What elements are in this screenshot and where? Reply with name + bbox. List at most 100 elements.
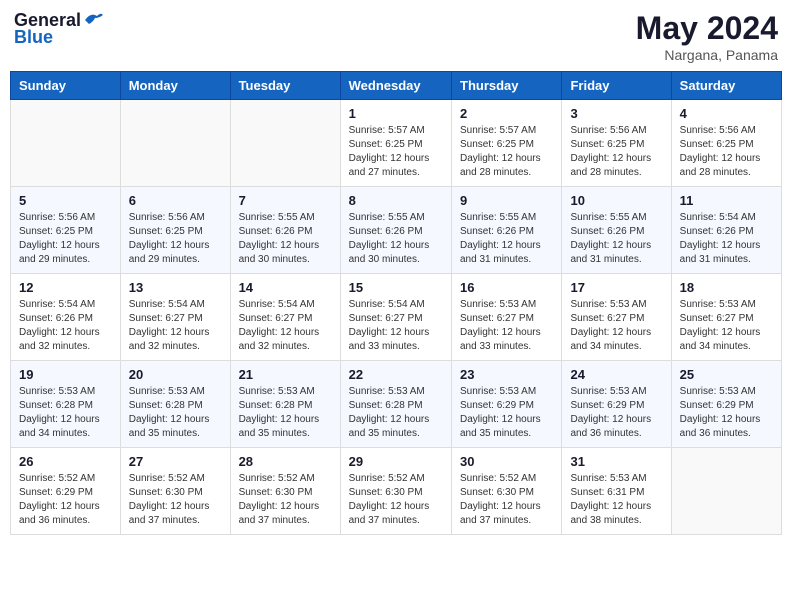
day-number: 30 [460, 454, 553, 469]
calendar-cell: 14Sunrise: 5:54 AM Sunset: 6:27 PM Dayli… [230, 274, 340, 361]
day-number: 16 [460, 280, 553, 295]
day-info: Sunrise: 5:54 AM Sunset: 6:27 PM Dayligh… [349, 298, 443, 354]
logo: General Blue [14, 10, 105, 48]
weekday-header-thursday: Thursday [452, 72, 562, 100]
day-info: Sunrise: 5:53 AM Sunset: 6:29 PM Dayligh… [680, 385, 773, 441]
calendar-week-row: 1 Sunrise: 5:57 AM Sunset: 6:25 PM Daylig… [11, 100, 782, 187]
calendar-cell: 20 Sunrise: 5:53 AM Sunset: 6:28 PM Dayli… [120, 361, 230, 448]
day-number: 10 [570, 193, 662, 208]
calendar-cell: 29 Sunrise: 5:52 AM Sunset: 6:30 PM Dayli… [340, 448, 451, 535]
calendar-week-row: 26 Sunrise: 5:52 AM Sunset: 6:29 PM Dayli… [11, 448, 782, 535]
day-info: Sunrise: 5:53 AM Sunset: 6:27 PM Dayligh… [680, 298, 773, 354]
calendar-cell: 3 Sunrise: 5:56 AM Sunset: 6:25 PM Daylig… [562, 100, 671, 187]
day-number: 26 [19, 454, 112, 469]
calendar-cell: 5Sunrise: 5:56 AM Sunset: 6:25 PM Daylig… [11, 187, 121, 274]
day-number: 31 [570, 454, 662, 469]
day-number: 24 [570, 367, 662, 382]
weekday-header-sunday: Sunday [11, 72, 121, 100]
day-number: 2 [460, 106, 553, 121]
calendar-cell: 8 Sunrise: 5:55 AM Sunset: 6:26 PM Daylig… [340, 187, 451, 274]
day-info: Sunrise: 5:54 AM Sunset: 6:26 PM Dayligh… [19, 298, 112, 354]
day-number: 27 [129, 454, 222, 469]
weekday-header-monday: Monday [120, 72, 230, 100]
day-number: 14 [239, 280, 332, 295]
calendar-cell [230, 100, 340, 187]
day-number: 12 [19, 280, 112, 295]
calendar-cell: 25 Sunrise: 5:53 AM Sunset: 6:29 PM Dayli… [671, 361, 781, 448]
calendar-cell: 24 Sunrise: 5:53 AM Sunset: 6:29 PM Dayli… [562, 361, 671, 448]
day-number: 21 [239, 367, 332, 382]
day-number: 8 [349, 193, 443, 208]
day-number: 18 [680, 280, 773, 295]
day-number: 22 [349, 367, 443, 382]
day-info: Sunrise: 5:53 AM Sunset: 6:29 PM Dayligh… [460, 385, 553, 441]
calendar-cell: 10Sunrise: 5:55 AM Sunset: 6:26 PM Dayli… [562, 187, 671, 274]
weekday-header-saturday: Saturday [671, 72, 781, 100]
title-area: May 2024 Nargana, Panama [636, 10, 778, 63]
day-info: Sunrise: 5:57 AM Sunset: 6:25 PM Dayligh… [349, 124, 443, 180]
calendar-cell: 19 Sunrise: 5:53 AM Sunset: 6:28 PM Dayli… [11, 361, 121, 448]
page-header: General Blue May 2024 Nargana, Panama [10, 10, 782, 63]
day-info: Sunrise: 5:53 AM Sunset: 6:28 PM Dayligh… [129, 385, 222, 441]
day-info: Sunrise: 5:53 AM Sunset: 6:28 PM Dayligh… [19, 385, 112, 441]
calendar-cell: 4 Sunrise: 5:56 AM Sunset: 6:25 PM Daylig… [671, 100, 781, 187]
day-info: Sunrise: 5:55 AM Sunset: 6:26 PM Dayligh… [239, 211, 332, 267]
day-info: Sunrise: 5:57 AM Sunset: 6:25 PM Dayligh… [460, 124, 553, 180]
calendar-cell: 18 Sunrise: 5:53 AM Sunset: 6:27 PM Dayli… [671, 274, 781, 361]
calendar-week-row: 19 Sunrise: 5:53 AM Sunset: 6:28 PM Dayli… [11, 361, 782, 448]
day-info: Sunrise: 5:52 AM Sunset: 6:30 PM Dayligh… [349, 472, 443, 528]
month-title: May 2024 [636, 10, 778, 47]
day-info: Sunrise: 5:56 AM Sunset: 6:25 PM Dayligh… [680, 124, 773, 180]
day-number: 7 [239, 193, 332, 208]
day-number: 15 [349, 280, 443, 295]
day-number: 19 [19, 367, 112, 382]
day-number: 4 [680, 106, 773, 121]
logo-bird-icon [83, 10, 105, 28]
calendar-cell [120, 100, 230, 187]
calendar-cell: 26 Sunrise: 5:52 AM Sunset: 6:29 PM Dayli… [11, 448, 121, 535]
day-number: 25 [680, 367, 773, 382]
day-info: Sunrise: 5:53 AM Sunset: 6:31 PM Dayligh… [570, 472, 662, 528]
day-number: 13 [129, 280, 222, 295]
day-number: 20 [129, 367, 222, 382]
weekday-header-friday: Friday [562, 72, 671, 100]
day-info: Sunrise: 5:56 AM Sunset: 6:25 PM Dayligh… [129, 211, 222, 267]
day-number: 17 [570, 280, 662, 295]
day-info: Sunrise: 5:52 AM Sunset: 6:29 PM Dayligh… [19, 472, 112, 528]
day-info: Sunrise: 5:54 AM Sunset: 6:27 PM Dayligh… [129, 298, 222, 354]
calendar-cell [671, 448, 781, 535]
day-number: 1 [349, 106, 443, 121]
day-number: 11 [680, 193, 773, 208]
day-info: Sunrise: 5:53 AM Sunset: 6:27 PM Dayligh… [570, 298, 662, 354]
day-number: 29 [349, 454, 443, 469]
day-info: Sunrise: 5:52 AM Sunset: 6:30 PM Dayligh… [129, 472, 222, 528]
weekday-header-wednesday: Wednesday [340, 72, 451, 100]
day-info: Sunrise: 5:56 AM Sunset: 6:25 PM Dayligh… [570, 124, 662, 180]
calendar-cell: 27 Sunrise: 5:52 AM Sunset: 6:30 PM Dayli… [120, 448, 230, 535]
calendar-cell: 28Sunrise: 5:52 AM Sunset: 6:30 PM Dayli… [230, 448, 340, 535]
calendar-cell: 2 Sunrise: 5:57 AM Sunset: 6:25 PM Daylig… [452, 100, 562, 187]
day-number: 28 [239, 454, 332, 469]
day-info: Sunrise: 5:53 AM Sunset: 6:28 PM Dayligh… [349, 385, 443, 441]
calendar-week-row: 12 Sunrise: 5:54 AM Sunset: 6:26 PM Dayli… [11, 274, 782, 361]
calendar-cell [11, 100, 121, 187]
weekday-header-tuesday: Tuesday [230, 72, 340, 100]
calendar-cell: 23 Sunrise: 5:53 AM Sunset: 6:29 PM Dayli… [452, 361, 562, 448]
calendar-cell: 12 Sunrise: 5:54 AM Sunset: 6:26 PM Dayli… [11, 274, 121, 361]
day-info: Sunrise: 5:53 AM Sunset: 6:29 PM Dayligh… [570, 385, 662, 441]
day-info: Sunrise: 5:53 AM Sunset: 6:28 PM Dayligh… [239, 385, 332, 441]
calendar-cell: 6Sunrise: 5:56 AM Sunset: 6:25 PM Daylig… [120, 187, 230, 274]
day-info: Sunrise: 5:55 AM Sunset: 6:26 PM Dayligh… [460, 211, 553, 267]
day-info: Sunrise: 5:53 AM Sunset: 6:27 PM Dayligh… [460, 298, 553, 354]
day-info: Sunrise: 5:52 AM Sunset: 6:30 PM Dayligh… [460, 472, 553, 528]
calendar-cell: 31 Sunrise: 5:53 AM Sunset: 6:31 PM Dayli… [562, 448, 671, 535]
calendar-cell: 17 Sunrise: 5:53 AM Sunset: 6:27 PM Dayli… [562, 274, 671, 361]
day-info: Sunrise: 5:54 AM Sunset: 6:26 PM Dayligh… [680, 211, 773, 267]
day-number: 23 [460, 367, 553, 382]
calendar-cell: 11 Sunrise: 5:54 AM Sunset: 6:26 PM Dayli… [671, 187, 781, 274]
weekday-header-row: SundayMondayTuesdayWednesdayThursdayFrid… [11, 72, 782, 100]
day-info: Sunrise: 5:56 AM Sunset: 6:25 PM Dayligh… [19, 211, 112, 267]
day-number: 3 [570, 106, 662, 121]
calendar-week-row: 5Sunrise: 5:56 AM Sunset: 6:25 PM Daylig… [11, 187, 782, 274]
day-info: Sunrise: 5:55 AM Sunset: 6:26 PM Dayligh… [349, 211, 443, 267]
